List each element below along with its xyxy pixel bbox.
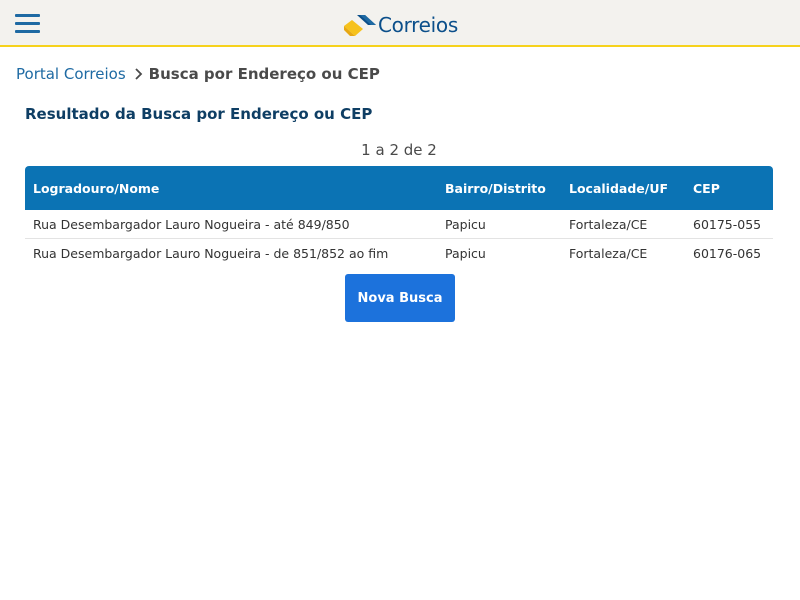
table-header: Logradouro/Nome Bairro/Distrito Localida… [25,166,773,210]
chevron-right-icon [135,68,142,80]
cell-logradouro: Rua Desembargador Lauro Nogueira - até 8… [33,216,350,232]
top-bar: Correios [0,0,800,47]
new-search-button[interactable]: Nova Busca [345,274,455,322]
correios-logo[interactable]: Correios [343,12,458,38]
column-header-bairro: Bairro/Distrito [445,180,546,196]
cell-logradouro: Rua Desembargador Lauro Nogueira - de 85… [33,246,389,261]
column-header-cep: CEP [693,180,720,196]
hamburger-menu-icon[interactable] [15,14,41,34]
column-header-localidade: Localidade/UF [569,180,669,196]
page-title: Resultado da Busca por Endereço ou CEP [25,105,373,123]
breadcrumb-home-link[interactable]: Portal Correios [16,65,126,83]
cell-localidade: Fortaleza/CE [569,246,648,261]
correios-logo-icon [344,15,376,36]
cell-cep: 60175-055 [693,216,762,232]
logo-text: Correios [378,13,458,37]
result-count: 1 a 2 de 2 [361,141,437,159]
cell-bairro: Papicu [445,216,486,232]
cell-localidade: Fortaleza/CE [569,216,648,232]
table-row: Rua Desembargador Lauro Nogueira - de 85… [25,239,773,268]
cell-bairro: Papicu [445,246,486,261]
breadcrumb-current: Busca por Endereço ou CEP [148,65,380,83]
cell-cep: 60176-065 [693,246,762,261]
column-header-logradouro: Logradouro/Nome [33,180,160,196]
table-row: Rua Desembargador Lauro Nogueira - até 8… [25,210,773,239]
breadcrumb: Portal Correios Busca por Endereço ou CE… [16,64,380,84]
results-table: Logradouro/Nome Bairro/Distrito Localida… [25,166,773,268]
